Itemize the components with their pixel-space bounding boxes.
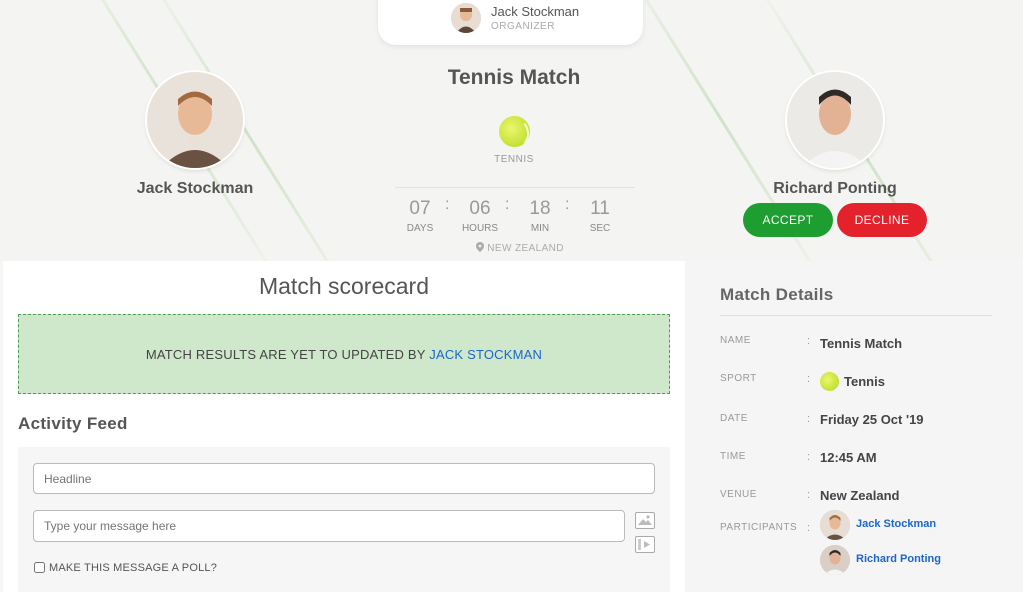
detail-separator: :: [807, 413, 811, 425]
activity-feed-title: Activity Feed: [18, 414, 128, 433]
countdown-minutes-value: 18: [529, 198, 551, 219]
poll-option[interactable]: MAKE THIS MESSAGE A POLL?: [34, 562, 217, 574]
countdown-days-label: DAYS: [406, 223, 434, 234]
detail-key: PARTICIPANTS: [720, 522, 798, 533]
countdown-days-value: 07: [409, 198, 431, 219]
divider: [720, 315, 992, 316]
organizer-link[interactable]: JACK STOCKMAN: [429, 347, 542, 362]
scorecard-panel: Match scorecard MATCH RESULTS ARE YET TO…: [3, 261, 685, 592]
countdown-separator: :: [445, 196, 450, 213]
image-upload-icon[interactable]: [635, 512, 655, 529]
detail-key: TIME: [720, 451, 746, 462]
location-text: NEW ZEALAND: [487, 243, 564, 254]
player-left[interactable]: Jack Stockman: [95, 72, 295, 198]
participant-avatar[interactable]: [820, 510, 850, 540]
detail-value: Tennis: [844, 374, 885, 389]
detail-value: Tennis Match: [820, 336, 903, 351]
detail-value-sport: Tennis: [820, 372, 885, 391]
player-right-name[interactable]: Richard Ponting: [735, 180, 935, 198]
detail-key: SPORT: [720, 373, 757, 384]
player-left-name[interactable]: Jack Stockman: [95, 180, 295, 198]
poll-label: MAKE THIS MESSAGE A POLL?: [49, 562, 218, 574]
scorecard-notice-text: MATCH RESULTS ARE YET TO UPDATED BY: [145, 347, 426, 362]
countdown-separator: :: [505, 196, 510, 213]
detail-separator: :: [807, 451, 811, 463]
scorecard-notice: MATCH RESULTS ARE YET TO UPDATED BY JACK…: [18, 314, 670, 394]
organizer-role: ORGANIZER: [491, 21, 555, 32]
message-input[interactable]: [33, 510, 625, 542]
countdown-hours: 06 HOURS: [455, 198, 505, 234]
organizer-avatar: [451, 3, 481, 33]
countdown-seconds: 11 SEC: [575, 198, 625, 234]
participant-avatar[interactable]: [820, 545, 850, 575]
countdown-seconds-label: SEC: [589, 223, 611, 234]
detail-key: VENUE: [720, 489, 757, 500]
player-right[interactable]: Richard Ponting: [735, 72, 935, 198]
countdown-minutes: 18 MIN: [515, 198, 565, 234]
activity-feed-composer: MAKE THIS MESSAGE A POLL?: [18, 447, 670, 592]
match-details-title: Match Details: [720, 285, 834, 304]
decline-button[interactable]: DECLINE: [837, 203, 927, 237]
detail-value: New Zealand: [820, 488, 900, 503]
accept-button[interactable]: ACCEPT: [743, 203, 833, 237]
map-pin-icon: [476, 242, 487, 254]
sport-label: TENNIS: [494, 154, 534, 165]
detail-value: 12:45 AM: [820, 450, 877, 465]
player-left-avatar[interactable]: [147, 72, 243, 168]
detail-separator: :: [807, 489, 811, 501]
tennis-ball-icon: [499, 116, 530, 148]
countdown-hours-label: HOURS: [461, 223, 499, 234]
video-upload-icon[interactable]: [635, 536, 655, 553]
detail-separator: :: [807, 335, 811, 347]
countdown-minutes-label: MIN: [530, 223, 550, 234]
detail-separator: :: [807, 373, 811, 385]
participant-name[interactable]: Jack Stockman: [856, 518, 996, 530]
detail-separator: :: [807, 522, 811, 534]
countdown-timer: 07 DAYS : 06 HOURS : 18 MIN : 11 SEC: [395, 187, 635, 234]
headline-input[interactable]: [33, 463, 655, 494]
detail-key: NAME: [720, 335, 751, 346]
tennis-ball-icon: [820, 372, 839, 391]
poll-checkbox[interactable]: [34, 562, 45, 573]
player-right-avatar[interactable]: [787, 72, 883, 168]
match-details-panel: Match Details NAME : Tennis Match SPORT …: [685, 261, 1023, 592]
countdown-days: 07 DAYS: [395, 198, 445, 234]
detail-value: Friday 25 Oct '19: [820, 412, 924, 427]
countdown-separator: :: [565, 196, 570, 213]
match-location: NEW ZEALAND: [440, 242, 600, 254]
countdown-hours-value: 06: [469, 198, 491, 219]
countdown-seconds-value: 11: [590, 198, 610, 219]
organizer-name[interactable]: Jack Stockman: [491, 4, 579, 19]
match-title: Tennis Match: [447, 66, 581, 89]
organizer-card[interactable]: Jack Stockman ORGANIZER: [378, 0, 643, 45]
detail-key: DATE: [720, 413, 748, 424]
participant-name[interactable]: Richard Ponting: [856, 553, 996, 565]
match-header: Jack Stockman ORGANIZER Jack Stockman Ri…: [0, 0, 1023, 262]
scorecard-title: Match scorecard: [258, 273, 429, 299]
